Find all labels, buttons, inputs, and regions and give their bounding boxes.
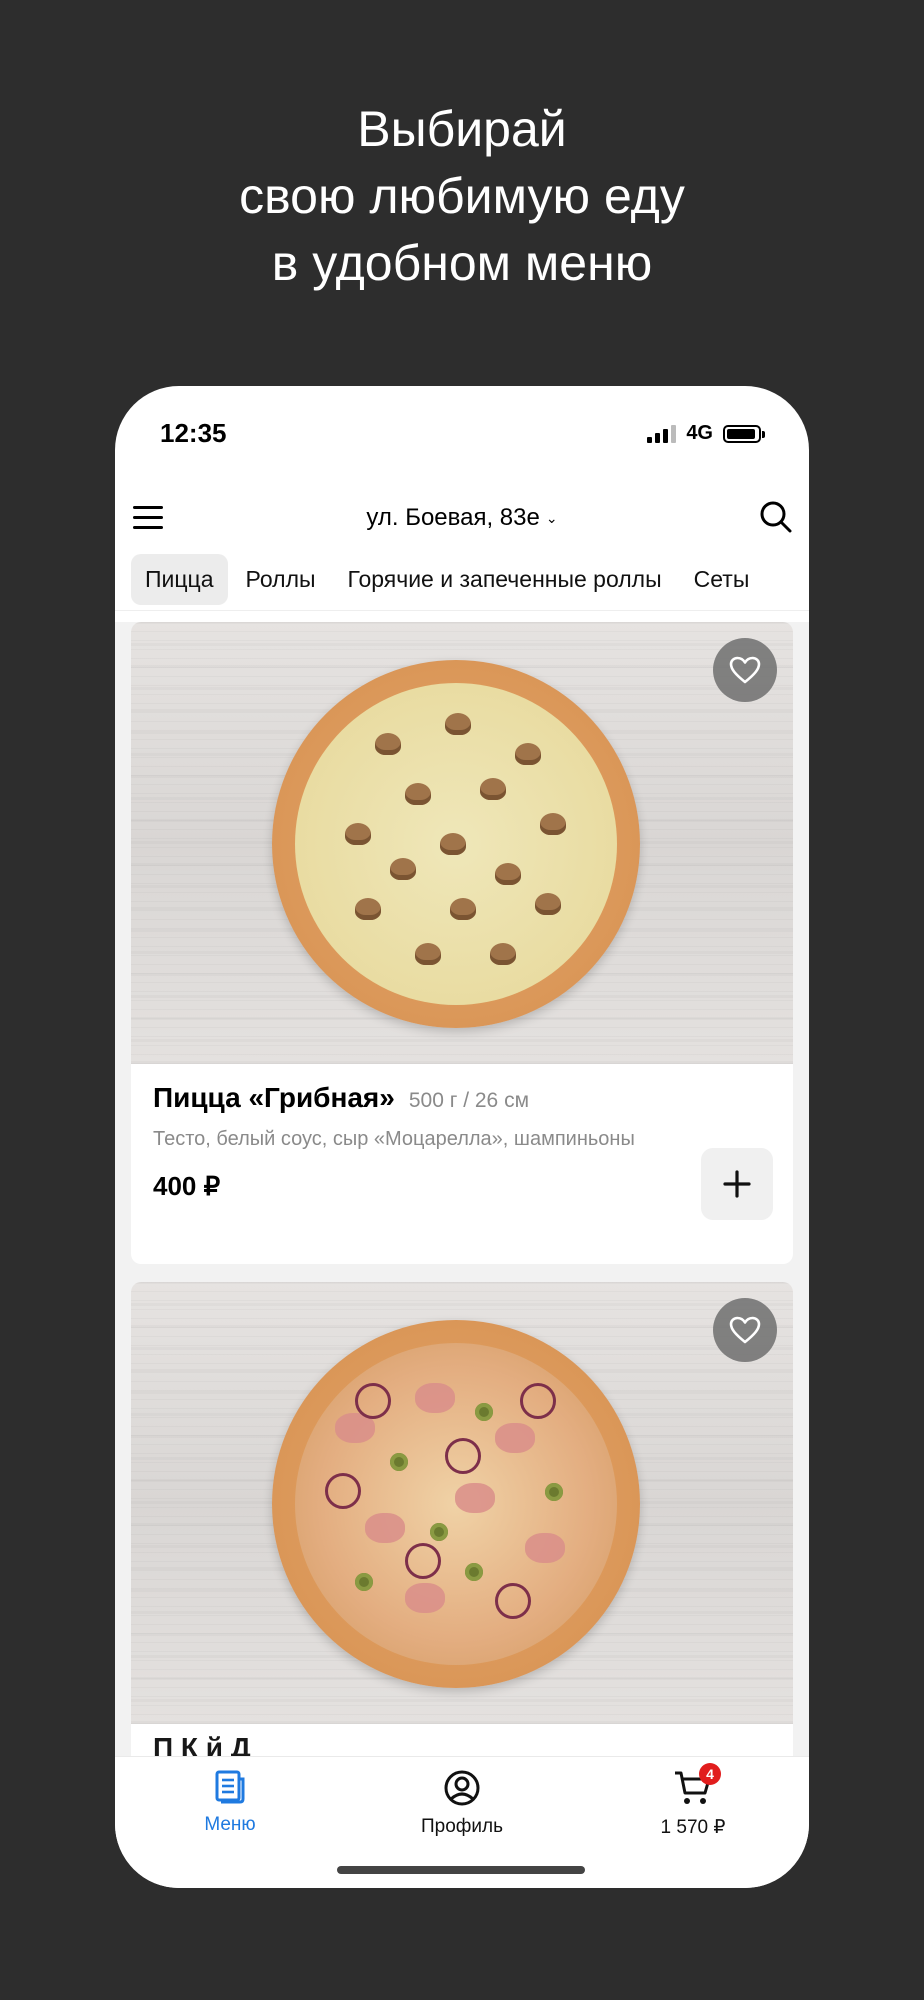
chevron-down-icon: ⌄ — [545, 510, 558, 527]
cart-count-badge: 4 — [699, 1763, 721, 1785]
heart-icon — [729, 656, 761, 684]
address-selector[interactable]: ул. Боевая, 83е ⌄ — [115, 504, 809, 532]
network-type: 4G — [686, 422, 713, 444]
tab-rolls[interactable]: Роллы — [232, 554, 330, 605]
promo-line-2: свою любимую еду — [239, 168, 685, 224]
promo-line-1: Выбирай — [357, 101, 567, 157]
plus-icon — [723, 1170, 751, 1198]
product-image — [131, 622, 793, 1064]
battery-icon — [723, 424, 765, 443]
category-tabs: Пицца Роллы Горячие и запеченные роллы С… — [115, 548, 809, 611]
menu-book-icon — [215, 1770, 245, 1804]
signal-icon — [647, 424, 677, 443]
product-title: Пицца «Грибная» — [153, 1082, 395, 1113]
tab-sets[interactable]: Сеты — [680, 554, 764, 605]
promo-headline: Выбирай свою любимую еду в удобном меню — [0, 96, 924, 297]
product-card[interactable]: П К й Д — [131, 1282, 793, 1758]
nav-menu[interactable]: Меню — [150, 1769, 310, 1836]
product-info: Пицца «Грибная» 500 г / 26 см Тесто, бел… — [131, 1064, 793, 1242]
product-card[interactable]: Пицца «Грибная» 500 г / 26 см Тесто, бел… — [131, 622, 793, 1264]
wooden-board — [272, 1320, 640, 1688]
search-icon[interactable] — [759, 500, 793, 534]
heart-icon — [729, 1316, 761, 1344]
nav-profile-label: Профиль — [420, 1816, 504, 1837]
status-time: 12:35 — [160, 418, 227, 448]
product-description: Тесто, белый соус, сыр «Моцарелла», шамп… — [153, 1128, 635, 1150]
product-title-peek: П К й Д — [153, 1732, 251, 1758]
profile-icon — [444, 1770, 480, 1806]
favorite-button[interactable] — [713, 1298, 777, 1362]
add-to-cart-button[interactable] — [701, 1148, 773, 1220]
product-weight: 500 г / 26 см — [408, 1089, 530, 1112]
promo-line-3: в удобном меню — [271, 235, 653, 291]
product-image — [131, 1282, 793, 1724]
pizza-hunting-image — [295, 1343, 617, 1665]
nav-cart[interactable]: 4 1 570 ₽ — [613, 1763, 773, 1839]
nav-profile[interactable]: Профиль — [382, 1769, 542, 1838]
product-feed[interactable]: Пицца «Грибная» 500 г / 26 см Тесто, бел… — [115, 622, 809, 1758]
address-text: ул. Боевая, 83е — [366, 504, 540, 531]
tab-pizza[interactable]: Пицца — [131, 553, 228, 605]
favorite-button[interactable] — [713, 638, 777, 702]
product-price: 400 ₽ — [153, 1171, 221, 1201]
tab-hot-baked-rolls[interactable]: Горячие и запеченные роллы — [334, 554, 676, 605]
cart-total: 1 570 ₽ — [660, 1817, 726, 1838]
status-indicators: 4G — [647, 422, 765, 445]
wooden-board — [272, 660, 640, 1028]
nav-menu-label: Меню — [204, 1814, 256, 1835]
home-indicator — [337, 1866, 585, 1874]
pizza-mushroom-image — [295, 683, 617, 1005]
phone-screen: 12:35 4G ул. Боевая, 83е ⌄ Пицца Роллы Го… — [115, 386, 809, 1888]
